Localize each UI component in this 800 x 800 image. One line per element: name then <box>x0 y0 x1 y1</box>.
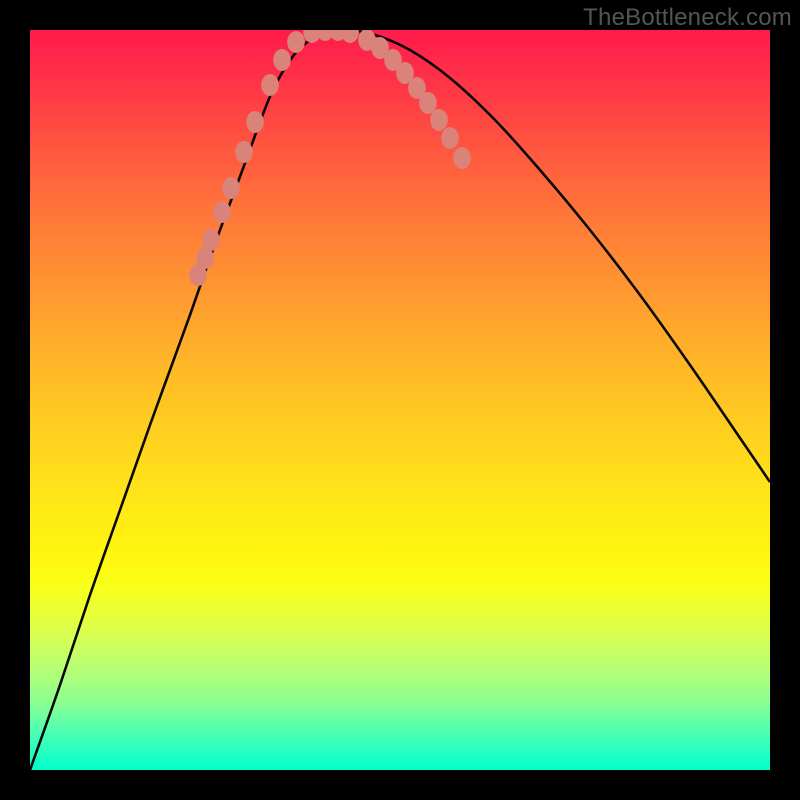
highlight-dot <box>441 127 459 149</box>
highlight-dot <box>261 74 279 96</box>
highlight-dot <box>235 141 253 163</box>
highlight-dot <box>246 111 264 133</box>
markers-layer <box>30 30 770 770</box>
highlight-dot <box>213 201 231 223</box>
watermark-text: TheBottleneck.com <box>583 4 792 32</box>
highlight-dot <box>419 92 437 114</box>
chart-frame: TheBottleneck.com <box>0 0 800 800</box>
highlight-dots <box>189 30 471 286</box>
highlight-dot <box>273 49 291 71</box>
highlight-dot <box>202 229 220 251</box>
highlight-dot <box>222 177 240 199</box>
plot-area <box>30 30 770 770</box>
highlight-dot <box>287 31 305 53</box>
highlight-dot <box>453 147 471 169</box>
highlight-dot <box>430 109 448 131</box>
highlight-dot <box>341 30 359 43</box>
